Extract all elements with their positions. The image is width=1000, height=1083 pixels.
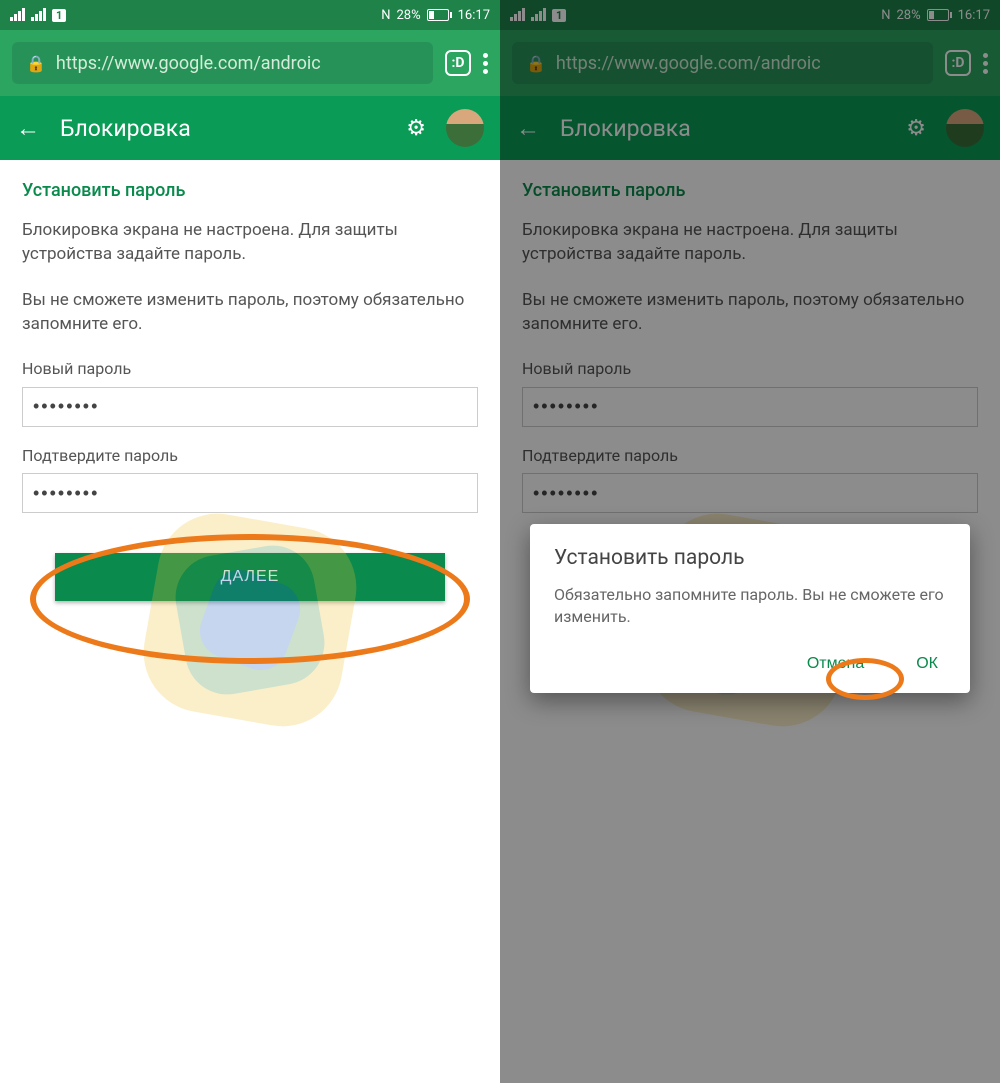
- description-2: Вы не сможете изменить пароль, поэтому о…: [22, 289, 478, 337]
- section-title: Установить пароль: [22, 178, 478, 203]
- status-bar: 1 N 28% 16:17: [0, 0, 500, 30]
- clock: 16:17: [458, 8, 490, 23]
- browser-bar: 🔒 https://www.google.com/androic :D: [0, 30, 500, 96]
- new-password-input[interactable]: [22, 387, 478, 427]
- dialog-title: Установить пароль: [554, 546, 946, 570]
- screen-left: 1 N 28% 16:17 🔒 https://www.google.com/a…: [0, 0, 500, 1083]
- page-title: Блокировка: [60, 115, 386, 142]
- menu-icon[interactable]: [483, 53, 488, 74]
- gear-icon[interactable]: ⚙: [406, 116, 426, 141]
- battery-icon: [427, 9, 452, 21]
- confirm-password-label: Подтвердите пароль: [22, 445, 478, 467]
- signal-sim2-icon: [31, 9, 46, 21]
- url-text: https://www.google.com/androic: [56, 53, 419, 74]
- url-box[interactable]: 🔒 https://www.google.com/androic: [12, 42, 433, 84]
- content: Установить пароль Блокировка экрана не н…: [0, 160, 500, 619]
- dialog-body: Обязательно запомните пароль. Вы не смож…: [554, 584, 946, 629]
- new-password-label: Новый пароль: [22, 358, 478, 380]
- avatar[interactable]: [446, 109, 484, 147]
- nfc-icon: N: [381, 8, 390, 23]
- confirm-dialog: Установить пароль Обязательно запомните …: [530, 524, 970, 693]
- battery-text: 28%: [396, 8, 420, 23]
- cancel-button[interactable]: Отмена: [799, 649, 872, 679]
- screen-right: 1 N 28% 16:17 🔒 https://www.google.com/a…: [500, 0, 1000, 1083]
- lock-icon: 🔒: [26, 54, 46, 73]
- tab-switcher-icon[interactable]: :D: [445, 50, 471, 76]
- next-button[interactable]: ДАЛЕЕ: [55, 553, 445, 601]
- signal-sim1-icon: [10, 9, 25, 21]
- ok-button[interactable]: ОК: [908, 649, 946, 679]
- description-1: Блокировка экрана не настроена. Для защи…: [22, 219, 478, 267]
- back-icon[interactable]: ←: [16, 114, 40, 143]
- confirm-password-input[interactable]: [22, 473, 478, 513]
- sim-badge: 1: [52, 9, 66, 22]
- app-bar: ← Блокировка ⚙: [0, 96, 500, 160]
